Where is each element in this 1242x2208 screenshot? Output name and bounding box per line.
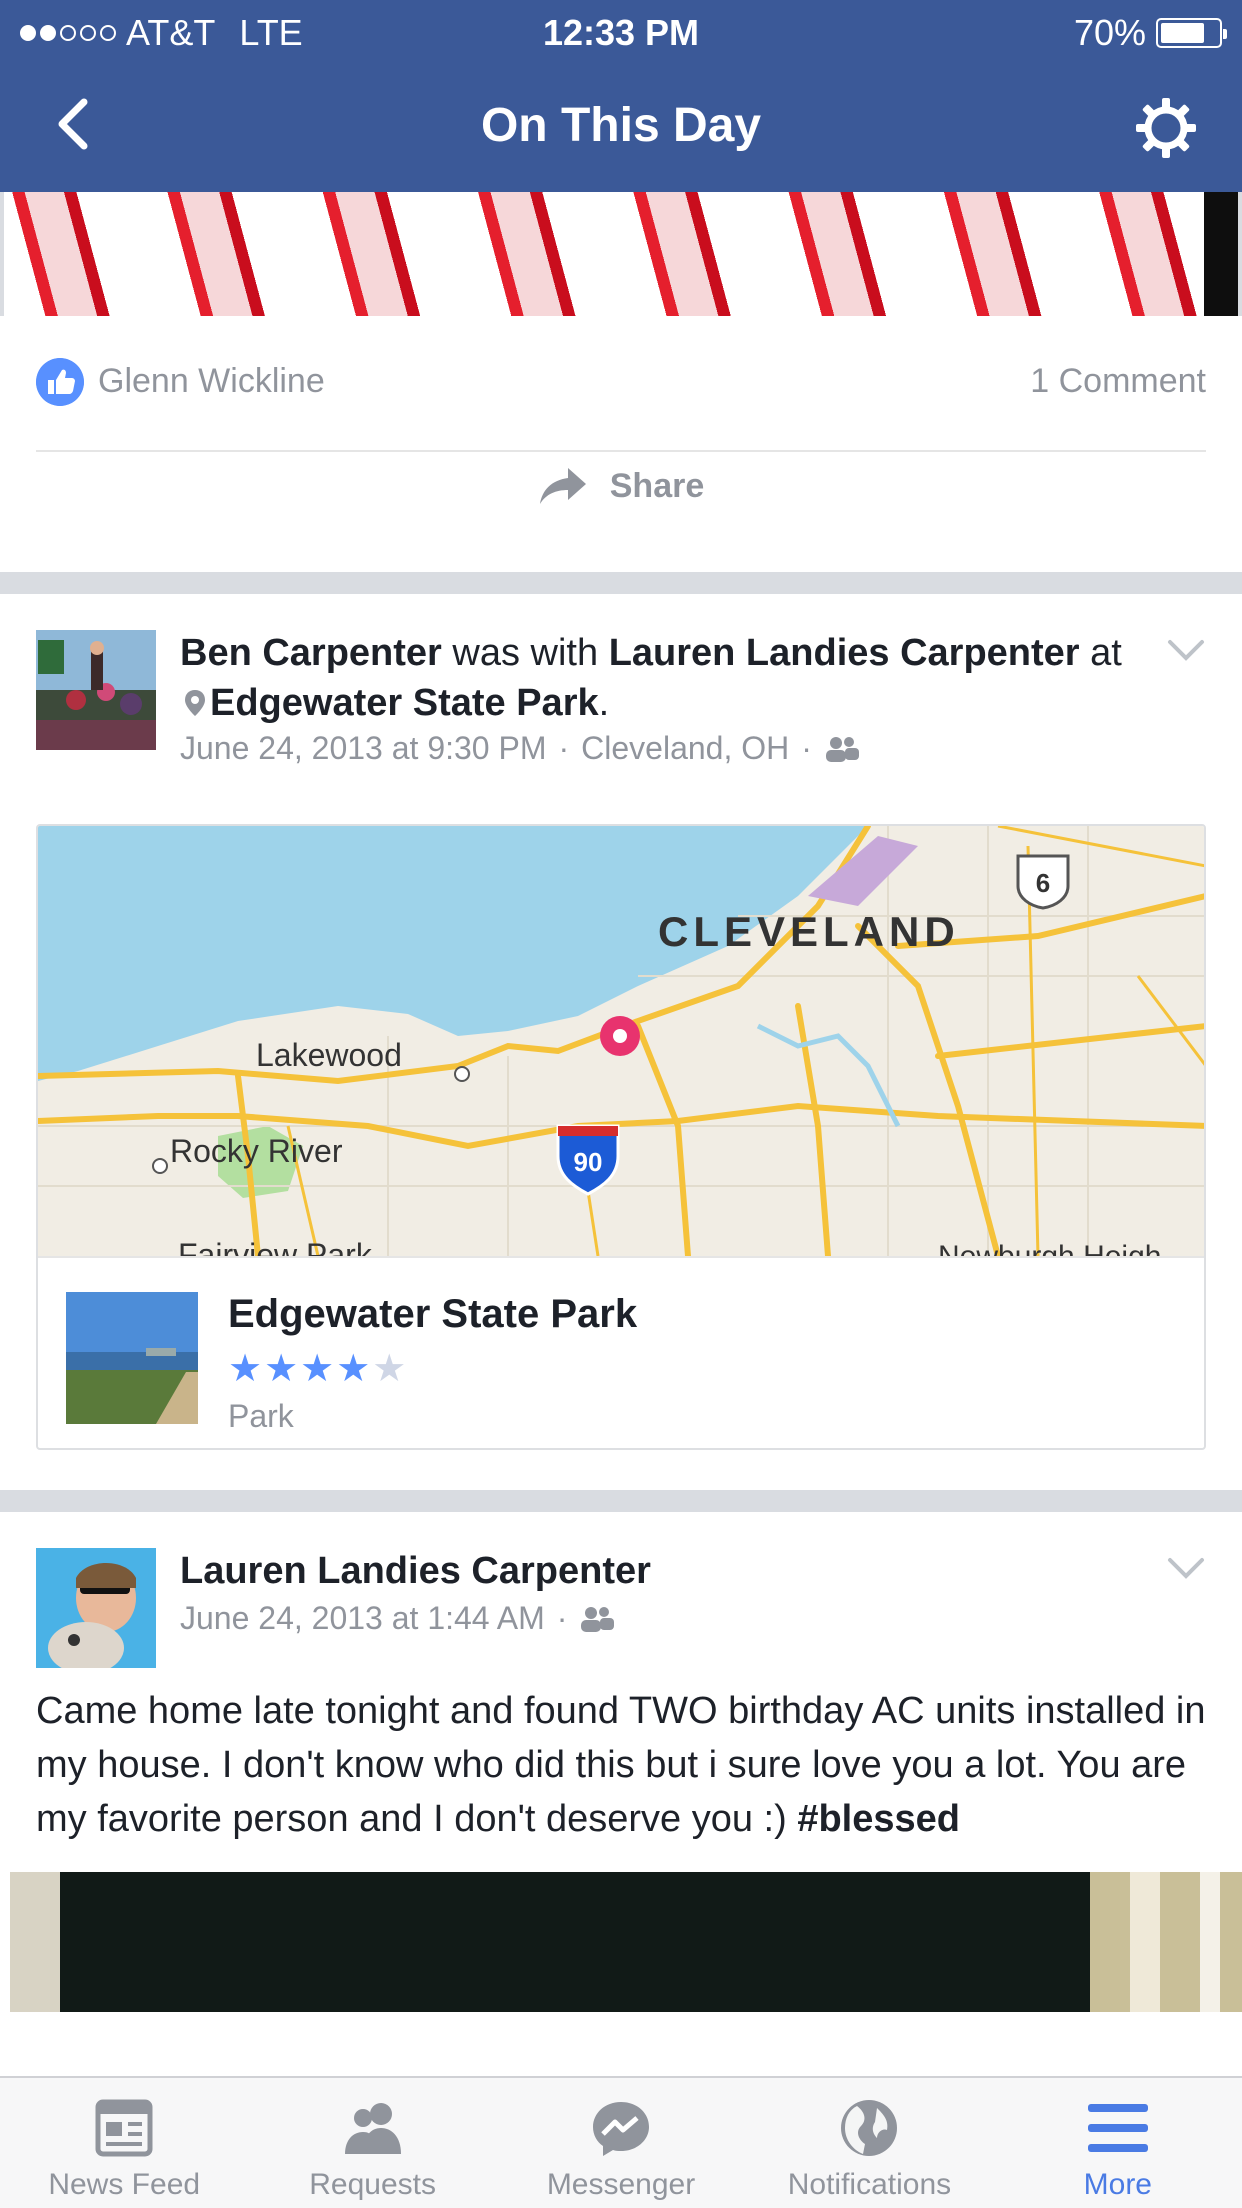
with-text: was with [452, 632, 599, 674]
page-title: On This Day [480, 99, 762, 152]
meta-separator: · [801, 730, 812, 766]
settings-gear-icon[interactable] [1134, 96, 1198, 160]
post-header: Ben Carpenter was with Lauren Landies Ca… [180, 632, 1122, 724]
tab-news-feed[interactable]: News Feed [0, 2078, 248, 2208]
place-thumbnail [66, 1292, 198, 1424]
post-location: Cleveland, OH [581, 730, 790, 766]
map-label-newburgh: Newburgh Heigh [938, 1240, 1161, 1256]
battery-percent: 70% [1073, 12, 1146, 53]
tagged-name[interactable]: Lauren Landies Carpenter [609, 632, 1080, 674]
hashtag-link[interactable]: #blessed [797, 1798, 960, 1840]
post-date[interactable]: June 24, 2013 at 1:44 AM [180, 1600, 545, 1637]
location-pin-icon [185, 690, 205, 716]
avatar[interactable] [36, 1548, 156, 1668]
meta-separator: · [558, 730, 570, 766]
status-bar: AT&T LTE 12:33 PM 70% [0, 0, 1242, 60]
like-thumb-icon [36, 358, 84, 406]
map-attachment[interactable]: CLEVELAND Lakewood Rocky River Fairview … [36, 824, 1206, 1450]
place-name[interactable]: Edgewater State Park [228, 1292, 637, 1337]
place-type: Park [228, 1398, 294, 1434]
post-meta: June 24, 2013 at 9:30 PM · Cleveland, OH… [180, 730, 860, 767]
status-time: 12:33 PM [542, 12, 700, 53]
liker-name[interactable]: Glenn Wickline [98, 362, 325, 401]
tab-label: Notifications [787, 2168, 952, 2201]
map[interactable]: CLEVELAND Lakewood Rocky River Fairview … [38, 826, 1204, 1256]
news-feed-icon [95, 2099, 153, 2157]
status-post: Lauren Landies Carpenter June 24, 2013 a… [0, 1512, 1242, 2076]
interstate-number: 90 [574, 1147, 603, 1177]
meta-separator: · [556, 1600, 568, 1636]
friends-audience-icon[interactable] [579, 1605, 615, 1633]
map-label-rocky-river: Rocky River [170, 1133, 343, 1169]
place-card[interactable]: Edgewater State Park ★★★★★ Park [38, 1256, 1204, 1448]
first-post-footer: Glenn Wickline 1 Comment Share [0, 316, 1242, 572]
rating-stars-icon: ★★★★★ [228, 1348, 409, 1390]
us-route-number: 6 [1036, 868, 1050, 898]
divider [36, 450, 1206, 452]
tab-notifications[interactable]: Notifications [745, 2078, 993, 2208]
checkin-post: Ben Carpenter was with Lauren Landies Ca… [0, 594, 1242, 1490]
place-link[interactable]: Edgewater State Park [210, 682, 599, 724]
nav-bar: On This Day [0, 60, 1242, 192]
at-text: at [1090, 632, 1122, 674]
author-name[interactable]: Lauren Landies Carpenter [180, 1550, 651, 1592]
post-text: Came home late tonight and found TWO bir… [36, 1684, 1206, 1846]
post-meta: June 24, 2013 at 1:44 AM · [180, 1600, 615, 1637]
avatar[interactable] [36, 630, 156, 750]
friends-audience-icon[interactable] [824, 735, 860, 763]
us-route-shield-icon: 6 [1016, 854, 1070, 910]
post-body-text: Came home late tonight and found TWO bir… [36, 1690, 1206, 1840]
battery-icon [1156, 18, 1227, 48]
post-photo[interactable] [10, 1872, 1242, 2012]
globe-icon [841, 2100, 898, 2156]
share-label: Share [609, 466, 705, 505]
tab-label: Messenger [546, 2168, 696, 2201]
messenger-icon [593, 2102, 650, 2156]
comment-count-link[interactable]: 1 Comment [1030, 362, 1206, 401]
share-button[interactable]: Share [0, 466, 1242, 526]
post-date[interactable]: June 24, 2013 at 9:30 PM [180, 730, 546, 767]
top-bar: AT&T LTE 12:33 PM 70% On This Day [0, 0, 1242, 192]
chevron-down-icon[interactable] [1166, 630, 1206, 670]
tab-messenger[interactable]: Messenger [497, 2078, 745, 2208]
post-header: Lauren Landies Carpenter [180, 1546, 1140, 1596]
map-pin-icon [600, 1016, 640, 1056]
tab-label: News Feed [48, 2168, 201, 2201]
tab-requests[interactable]: Requests [248, 2078, 496, 2208]
map-label-lakewood: Lakewood [256, 1037, 402, 1073]
map-label-fairview-park: Fairview Park [178, 1237, 373, 1256]
share-arrow-icon [539, 468, 586, 504]
menu-icon [1087, 2104, 1148, 2152]
post-photo-top[interactable] [4, 192, 1238, 316]
interstate-shield-icon: 90 [556, 1124, 620, 1196]
requests-icon [344, 2103, 401, 2154]
tab-bar: News Feed Requests Messenger Notificatio… [0, 2076, 1242, 2208]
tab-more[interactable]: More [994, 2078, 1242, 2208]
tab-label: Requests [309, 2168, 436, 2201]
tab-label: More [1083, 2168, 1152, 2201]
map-city-label: CLEVELAND [658, 908, 960, 955]
chevron-down-icon[interactable] [1166, 1548, 1206, 1588]
author-name[interactable]: Ben Carpenter [180, 632, 442, 674]
